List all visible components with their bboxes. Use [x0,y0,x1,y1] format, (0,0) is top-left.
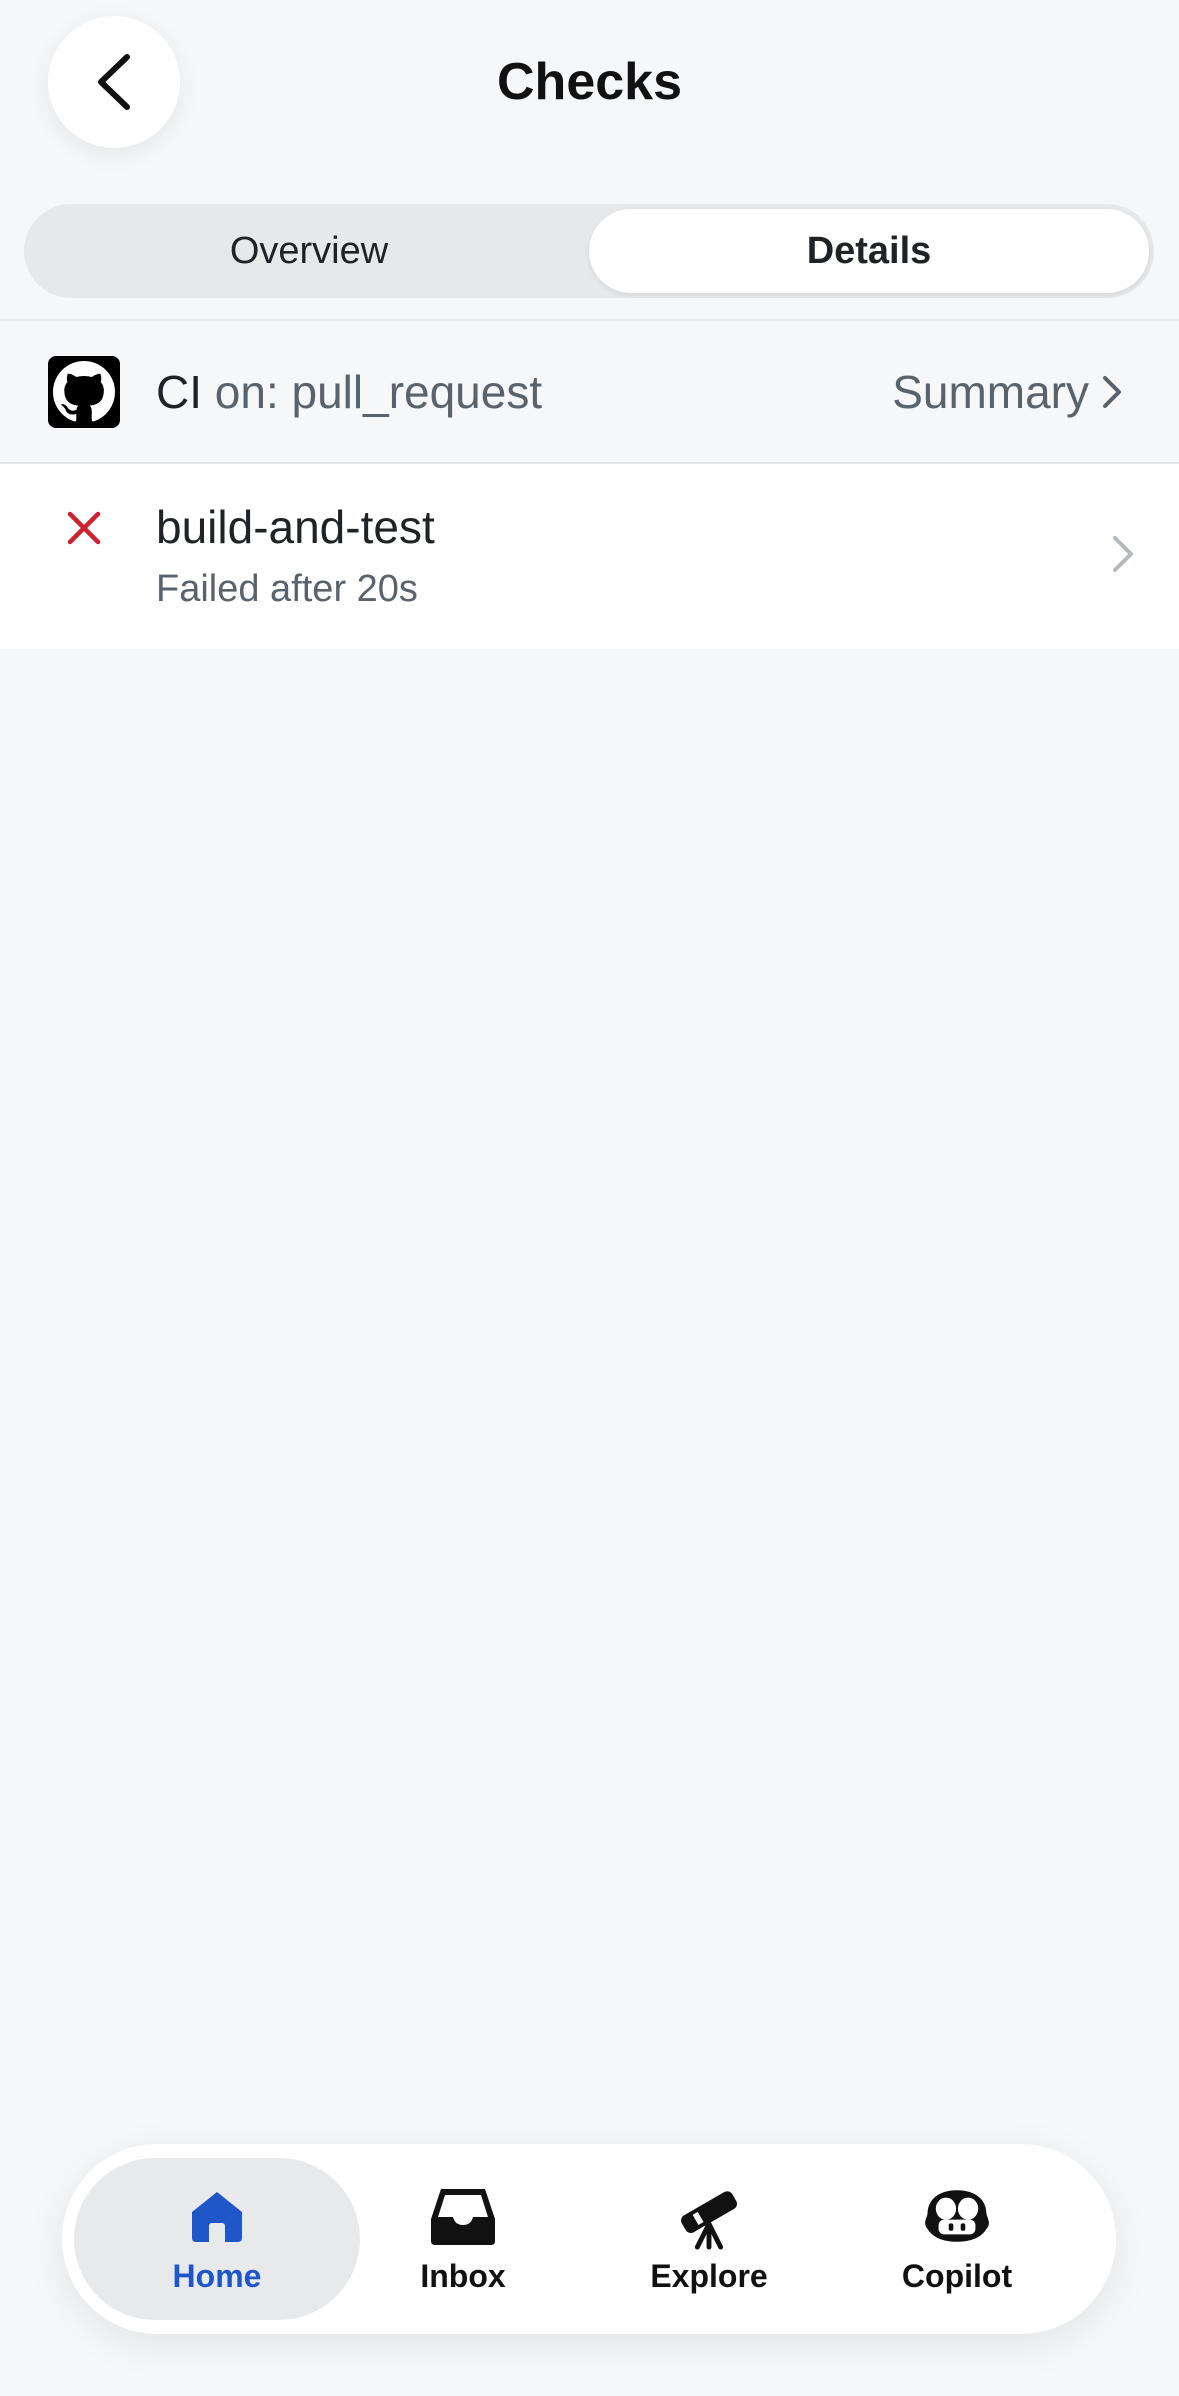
tab-copilot-label: Copilot [901,2257,1013,2294]
summary-label: Summary [892,366,1089,418]
job-row[interactable]: build-and-test Failed after 20s [0,464,1179,649]
workflow-title: CI [156,366,202,418]
workflow-row[interactable]: CI on: pull_request Summary [0,321,1179,463]
tab-home[interactable]: Home [74,2158,360,2320]
tab-details[interactable]: Details [589,209,1149,293]
tab-overview[interactable]: Overview [29,209,589,293]
checks-screen: Checks Overview Details CI on: pull_requ… [0,0,1179,2396]
copilot-icon [922,2184,992,2248]
workflow-trigger: on: pull_request [214,366,543,418]
tab-explore[interactable]: Explore [566,2158,852,2320]
job-status: Failed after 20s [156,568,418,610]
x-fail-icon [67,511,101,545]
summary-link[interactable]: Summary [892,365,1123,419]
tab-explore-label: Explore [650,2257,768,2294]
tab-copilot[interactable]: Copilot [814,2158,1100,2320]
telescope-icon [674,2184,744,2250]
home-icon [182,2184,252,2248]
inbox-icon [428,2184,498,2248]
tab-inbox-label: Inbox [420,2257,506,2294]
bottom-tab-bar: Home Inbox Explore Copilot [62,2144,1116,2334]
github-logo-icon [48,356,120,428]
tab-inbox[interactable]: Inbox [320,2158,606,2320]
chevron-right-icon [1113,536,1133,572]
chevron-right-icon [1103,376,1121,408]
segmented-control: Overview Details [24,204,1154,298]
workflow-name: CI on: pull_request [156,365,542,419]
page-title: Checks [497,53,682,111]
tab-home-label: Home [172,2257,262,2294]
header: Checks [0,0,1179,170]
job-name: build-and-test [156,501,435,553]
